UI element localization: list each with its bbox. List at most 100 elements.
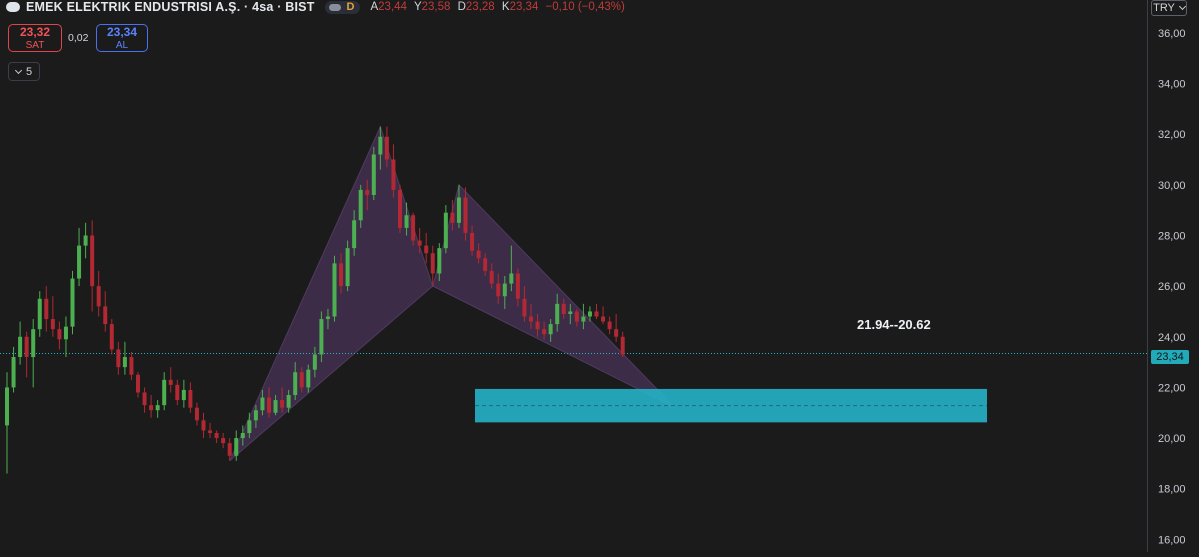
buy-price: 23,34 bbox=[106, 25, 138, 39]
candle-body bbox=[620, 336, 625, 355]
chart-background bbox=[0, 0, 1147, 552]
candle-body bbox=[456, 197, 461, 223]
candle-body bbox=[470, 232, 475, 251]
mode-badge: D bbox=[346, 1, 355, 13]
candle-body bbox=[109, 324, 114, 350]
candle-body bbox=[371, 154, 376, 195]
ohlc-readout: A23,44 Y23,58 D23,28 K23,34 −0,10 (−0,43… bbox=[370, 1, 628, 13]
last-price-tag: 23,34 bbox=[1151, 350, 1189, 364]
open-label: A bbox=[370, 1, 379, 13]
candle-body bbox=[208, 430, 213, 433]
candle-body bbox=[122, 357, 127, 368]
candle-body bbox=[417, 240, 422, 246]
candle-body bbox=[136, 374, 140, 393]
candle-body bbox=[221, 438, 226, 444]
high-value: 23,58 bbox=[421, 1, 451, 13]
indicators-collapse-button[interactable]: 5 bbox=[8, 62, 40, 81]
candle-body bbox=[267, 397, 271, 413]
candle-body bbox=[142, 392, 147, 406]
candle[interactable] bbox=[70, 270, 75, 335]
candle-body bbox=[483, 258, 488, 271]
candle[interactable] bbox=[371, 146, 376, 201]
candle[interactable] bbox=[398, 184, 402, 233]
y-tick-label: 30,00 bbox=[1158, 180, 1186, 192]
candle-body bbox=[443, 212, 448, 249]
candle-body bbox=[509, 273, 514, 284]
candle-body bbox=[149, 405, 154, 411]
candle-body bbox=[319, 319, 324, 355]
candle-body bbox=[496, 283, 501, 297]
candle-body bbox=[587, 311, 592, 317]
candle-body bbox=[96, 286, 101, 307]
candle-body bbox=[574, 311, 579, 322]
low-label: D bbox=[457, 1, 466, 13]
candle-body bbox=[70, 278, 75, 327]
candle-body bbox=[561, 303, 566, 314]
candle-body bbox=[175, 384, 180, 401]
candle[interactable] bbox=[332, 255, 337, 322]
candle-body bbox=[358, 189, 363, 221]
candle-body bbox=[168, 379, 173, 385]
candle-body bbox=[614, 329, 619, 337]
candle-body bbox=[240, 432, 245, 439]
chevron-down-icon bbox=[1178, 2, 1186, 11]
candle-body bbox=[116, 349, 121, 368]
candle-body bbox=[83, 235, 88, 246]
candle-body bbox=[201, 420, 206, 431]
price-axis[interactable]: 16,00 18,00 20,00 22,00 24,00 26,00 28,00 30,00… bbox=[1147, 0, 1199, 552]
open-value: 23,44 bbox=[378, 1, 407, 13]
sell-button[interactable]: 23,32 SAT bbox=[8, 24, 62, 52]
candle-body bbox=[57, 329, 62, 340]
candle-body bbox=[194, 407, 199, 421]
candle-body bbox=[476, 250, 481, 259]
price-axis-ticks: 16,00 18,00 20,00 22,00 24,00 26,00 28,00 30,00… bbox=[1158, 28, 1186, 546]
buy-button[interactable]: 23,34 AL bbox=[96, 24, 148, 52]
candle-body bbox=[352, 220, 357, 249]
candle-body bbox=[299, 372, 304, 388]
candle-body bbox=[339, 263, 344, 287]
candle-body bbox=[548, 324, 553, 335]
candle-body bbox=[581, 316, 586, 322]
candle-body bbox=[37, 298, 42, 330]
candle-body bbox=[18, 336, 23, 358]
candle-body bbox=[214, 432, 219, 439]
candle-body bbox=[568, 311, 573, 314]
candle[interactable] bbox=[345, 240, 350, 292]
mode-toggle[interactable]: D bbox=[324, 0, 361, 14]
candle-body bbox=[188, 389, 193, 408]
candle-body bbox=[535, 321, 540, 330]
candle-body bbox=[522, 298, 527, 317]
currency-selector[interactable]: TRY bbox=[1151, 0, 1187, 16]
candle-body bbox=[502, 283, 507, 297]
candle-body bbox=[345, 248, 350, 287]
low-value: 23,28 bbox=[465, 1, 495, 13]
candle-body bbox=[555, 303, 560, 325]
candle-body bbox=[286, 395, 291, 408]
candle-body bbox=[247, 420, 252, 433]
candle-body bbox=[391, 159, 396, 190]
candle[interactable] bbox=[109, 319, 114, 355]
candle-body bbox=[31, 329, 36, 358]
candle-body bbox=[489, 270, 494, 284]
candle-body bbox=[227, 443, 232, 456]
y-tick-label: 34,00 bbox=[1158, 79, 1186, 91]
candle-body bbox=[181, 389, 186, 401]
candle-body bbox=[404, 215, 409, 228]
candle-body bbox=[77, 245, 82, 279]
price-chart[interactable] bbox=[0, 0, 1147, 552]
candle-body bbox=[280, 400, 285, 408]
sell-price: 23,32 bbox=[19, 25, 51, 39]
candle-body bbox=[103, 306, 108, 325]
spread-value: 0,02 bbox=[68, 32, 89, 44]
candle-body bbox=[463, 197, 468, 233]
candle-body bbox=[424, 245, 429, 254]
symbol-title[interactable]: EMEK ELEKTRIK ENDUSTRISI A.Ş. · 4sa · BI… bbox=[26, 0, 315, 14]
currency-label: TRY bbox=[1153, 2, 1175, 14]
candle-body bbox=[430, 253, 435, 274]
candle-body bbox=[234, 438, 239, 456]
candle-body bbox=[542, 329, 547, 335]
candle-body bbox=[325, 316, 330, 320]
change-value: −0,10 (−0,43%) bbox=[545, 1, 625, 13]
y-tick-label: 26,00 bbox=[1158, 281, 1186, 293]
candle[interactable] bbox=[319, 311, 324, 363]
